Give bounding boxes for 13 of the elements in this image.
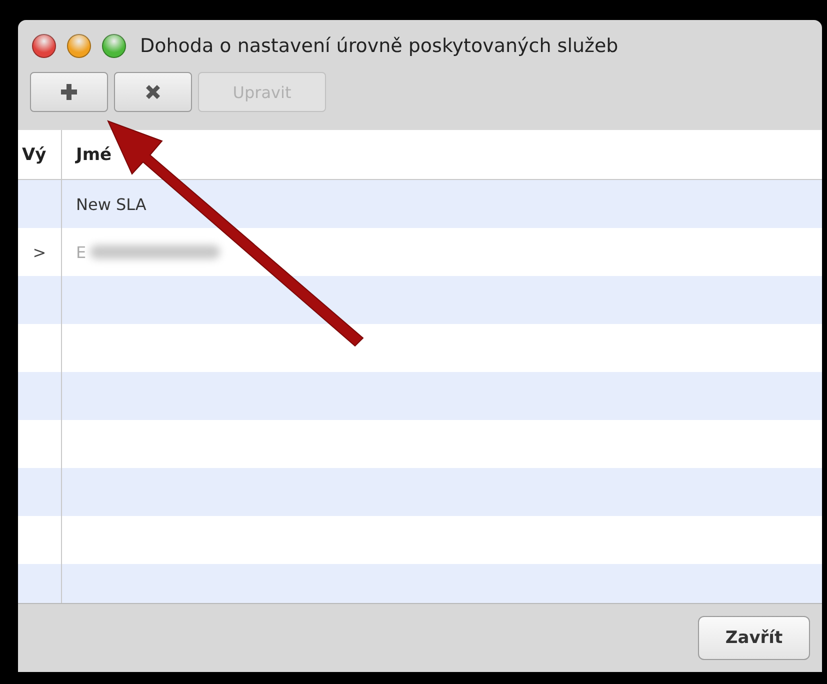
close-button[interactable]: [32, 34, 56, 58]
column-header[interactable]: Jmé: [62, 130, 822, 179]
delete-button[interactable]: [114, 72, 192, 112]
column-header[interactable]: Vý: [18, 130, 62, 179]
plus-icon: [59, 82, 79, 102]
close-dialog-button[interactable]: Zavřít: [698, 616, 810, 660]
table-cell: E: [76, 242, 86, 262]
add-button[interactable]: [30, 72, 108, 112]
table-cell: New SLA: [76, 194, 146, 214]
row-marker: >: [32, 242, 46, 262]
window-title: Dohoda o nastavení úrovně poskytovaných služeb: [140, 35, 618, 57]
minimize-button[interactable]: [67, 34, 91, 58]
zoom-button[interactable]: [102, 34, 126, 58]
